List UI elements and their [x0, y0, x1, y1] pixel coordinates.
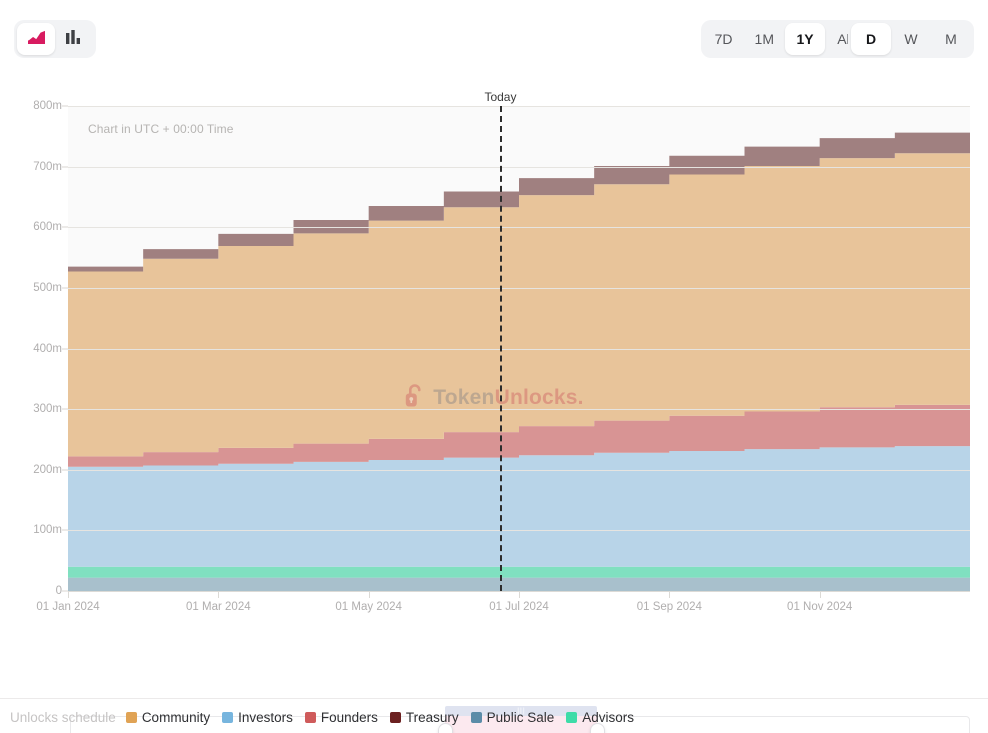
chart-toolbar: 7D 1M 1Y All D W M: [0, 0, 988, 78]
legend-item-label: Community: [141, 710, 211, 725]
x-axis-tick-mark: [519, 591, 520, 598]
gridline: [68, 469, 970, 471]
utc-note: Chart in UTC + 00:00 Time: [88, 122, 234, 136]
y-axis-tick-label: 200m: [33, 463, 62, 476]
x-axis-tick-label: 01 Sep 2024: [636, 601, 702, 613]
x-axis-tick-label: 01 Mar 2024: [186, 601, 251, 613]
gridline: [68, 106, 970, 107]
x-axis-tick-label: 01 May 2024: [335, 601, 402, 613]
y-axis-tick-label: 0: [55, 585, 62, 597]
y-axis-tick-label: 300m: [33, 403, 62, 416]
bar-chart-toggle[interactable]: [55, 23, 93, 55]
chart-container: 0 100m 200m 300m 400m 500m 600m 700m 800m 01 Jan…: [0, 78, 988, 733]
x-axis-tick-label: 01 Jan 2024: [36, 601, 100, 613]
gridline: [68, 227, 970, 229]
gridline: [68, 287, 970, 289]
legend-item-label: Treasury: [405, 710, 459, 725]
y-axis-tick-label: 400m: [33, 342, 62, 355]
range-button-1y[interactable]: 1Y: [785, 23, 825, 55]
legend-swatch: [470, 712, 482, 723]
interval-button-m[interactable]: M: [931, 23, 971, 55]
plot-area[interactable]: [68, 106, 970, 591]
legend-item-investors[interactable]: Investors: [222, 710, 293, 725]
x-axis-tick-mark: [218, 591, 220, 598]
x-axis-tick-label: 01 Jul 2024: [489, 601, 549, 613]
area-series-advisors: [68, 566, 970, 578]
area-chart-toggle[interactable]: [17, 23, 55, 55]
token-unlocks-chart-page: 7D 1M 1Y All D W M 0 100m 200m 300m 400m 500m…: [0, 0, 988, 733]
range-selector-group: 7D 1M 1Y All: [700, 20, 868, 58]
range-button-1m[interactable]: 1M: [744, 23, 785, 55]
y-axis-tick-label: 500m: [33, 281, 62, 294]
chart-legend: Unlocks schedule Community Investors Found…: [10, 710, 640, 725]
range-button-7d[interactable]: 7D: [704, 23, 744, 55]
bar-chart-icon: [65, 29, 83, 49]
legend-divider: [0, 698, 988, 699]
legend-item-treasury[interactable]: Treasury: [389, 710, 459, 725]
legend-title: Unlocks schedule: [10, 710, 116, 725]
y-axis-tick-label: 600m: [33, 221, 62, 234]
gridline: [68, 530, 970, 532]
legend-item-advisors[interactable]: Advisors: [566, 710, 634, 725]
legend-swatch: [389, 712, 401, 723]
gridline: [68, 166, 970, 168]
x-axis-tick-mark: [819, 591, 821, 598]
legend-item-founders[interactable]: Founders: [304, 710, 378, 725]
legend-item-label: Advisors: [582, 710, 634, 725]
gridline: [68, 348, 970, 350]
legend-swatch: [222, 712, 234, 723]
legend-item-label: Investors: [238, 710, 293, 725]
x-axis-tick-label: 01 Nov 2024: [787, 601, 853, 613]
x-axis-tick-mark: [68, 591, 69, 598]
legend-swatch: [566, 712, 578, 723]
gridline: [68, 409, 970, 411]
axis-baseline: [68, 591, 970, 592]
legend-swatch: [304, 712, 316, 723]
interval-selector-group: D W M: [848, 20, 974, 58]
legend-item-public-sale[interactable]: Public Sale: [470, 710, 555, 725]
y-axis-tick-label: 700m: [33, 160, 62, 173]
today-marker-line: [500, 106, 503, 591]
interval-button-w[interactable]: W: [891, 23, 931, 55]
legend-item-label: Founders: [320, 710, 378, 725]
legend-item-community[interactable]: Community: [125, 710, 211, 725]
x-axis-tick-mark: [368, 591, 370, 598]
y-axis-tick-label: 800m: [33, 100, 62, 112]
legend-swatch: [125, 712, 137, 723]
area-series-public-sale: [68, 577, 970, 591]
y-axis-tick-label: 100m: [33, 524, 62, 537]
area-chart-icon: [27, 29, 46, 49]
legend-item-label: Public Sale: [486, 710, 555, 725]
interval-button-d[interactable]: D: [851, 23, 891, 55]
x-axis-tick-mark: [669, 591, 671, 598]
chart-type-toggle-group: [14, 20, 96, 58]
today-marker-label: Today: [484, 90, 517, 104]
